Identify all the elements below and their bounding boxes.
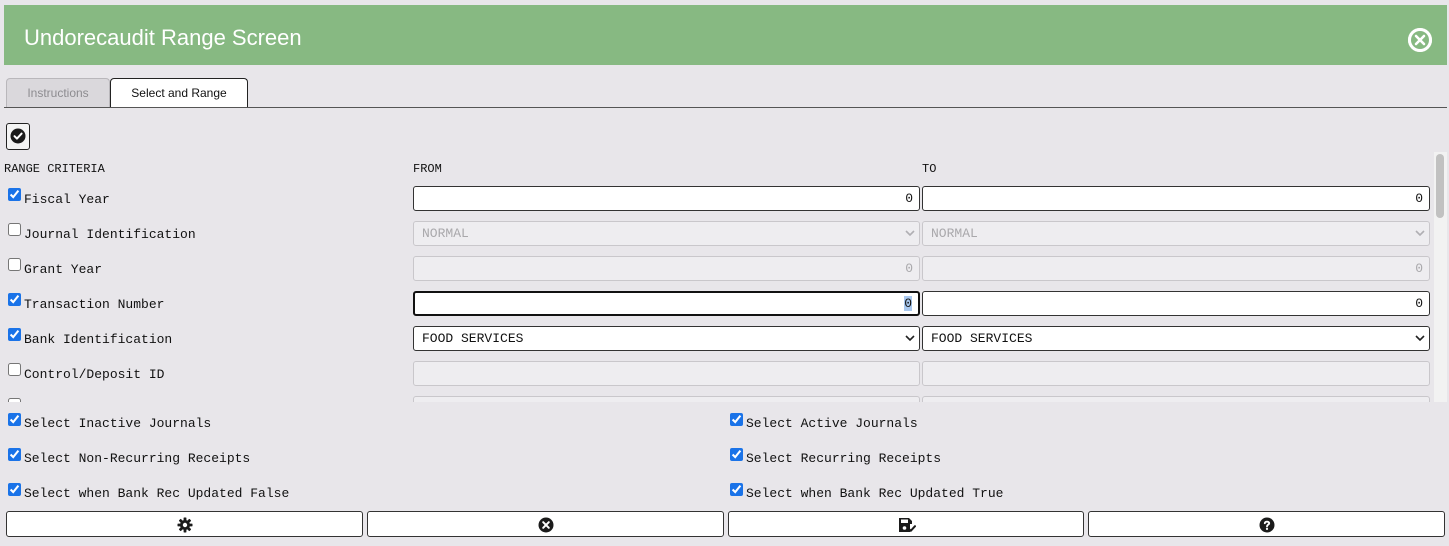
to-value: 0	[1415, 296, 1423, 311]
range-row: Grant Year 0 0	[0, 256, 1449, 286]
row-label: Control/Deposit ID	[24, 367, 165, 382]
chevron-down-icon	[1415, 230, 1425, 237]
chevron-down-icon	[905, 335, 915, 342]
range-row: Transaction Number 0 0	[0, 291, 1449, 321]
from-value: 0	[905, 191, 913, 206]
check-circle-icon	[10, 128, 26, 144]
tab-instructions[interactable]: Instructions	[6, 78, 110, 107]
option-label: Select Non-Recurring Receipts	[24, 451, 251, 466]
help-icon	[1259, 517, 1275, 533]
chevron-down-icon	[905, 230, 915, 237]
tab-select-and-range[interactable]: Select and Range	[110, 78, 248, 108]
cancel-button[interactable]	[367, 511, 724, 537]
from-input[interactable]: 0	[413, 186, 920, 211]
help-button[interactable]	[1088, 511, 1445, 537]
option-label: Select when Bank Rec Updated True	[746, 486, 1004, 501]
range-criteria-list[interactable]: Fiscal Year 0 0 Journal Identification NORMA…	[0, 152, 1449, 402]
row-checkbox[interactable]	[8, 363, 21, 376]
row-checkbox[interactable]	[8, 258, 21, 271]
from-value: FOOD SERVICES	[422, 331, 524, 346]
to-input[interactable]: 0	[922, 186, 1430, 211]
row-checkbox[interactable]	[8, 293, 21, 306]
title-bar: Undorecaudit Range Screen	[4, 5, 1447, 65]
tab-divider	[4, 107, 1447, 108]
to-value: NORMAL	[931, 226, 978, 241]
from-select[interactable]: NORMAL	[413, 221, 920, 246]
range-row: Bank Identification FOOD SERVICES FOOD SER…	[0, 326, 1449, 356]
to-input[interactable]	[922, 361, 1430, 386]
check-all-button[interactable]	[6, 123, 30, 150]
to-input[interactable]: 0	[922, 256, 1430, 281]
to-select[interactable]: NORMAL	[922, 221, 1430, 246]
from-input[interactable]: 0	[413, 256, 920, 281]
range-row-partial	[0, 396, 1449, 402]
row-checkbox[interactable]	[8, 398, 21, 402]
row-label: Fiscal Year	[24, 192, 110, 207]
close-circle-icon	[538, 517, 554, 533]
save-icon	[899, 518, 916, 532]
row-checkbox[interactable]	[8, 223, 21, 236]
from-value: 0	[904, 296, 912, 311]
from-value: 0	[905, 261, 913, 276]
row-label: Bank Identification	[24, 332, 173, 347]
from-input[interactable]: 0	[413, 291, 920, 316]
to-value: 0	[1415, 191, 1423, 206]
option-checkbox[interactable]	[730, 413, 743, 426]
row-label: Transaction Number	[24, 297, 165, 312]
option-checkbox[interactable]	[8, 448, 21, 461]
process-button[interactable]	[6, 511, 363, 537]
scrollbar-thumb[interactable]	[1436, 154, 1444, 218]
option-checkbox[interactable]	[8, 483, 21, 496]
vertical-scrollbar[interactable]	[1434, 152, 1447, 402]
chevron-down-icon	[1415, 335, 1425, 342]
gear-icon	[177, 517, 193, 533]
save-button[interactable]	[728, 511, 1084, 537]
to-value: 0	[1415, 261, 1423, 276]
row-checkbox[interactable]	[8, 188, 21, 201]
to-select[interactable]: FOOD SERVICES	[922, 326, 1430, 351]
close-icon[interactable]	[1408, 28, 1432, 52]
to-input[interactable]: 0	[922, 291, 1430, 316]
window-title: Undorecaudit Range Screen	[24, 25, 302, 50]
option-label: Select when Bank Rec Updated False	[24, 486, 290, 501]
from-select[interactable]: FOOD SERVICES	[413, 326, 920, 351]
to-field	[922, 396, 1430, 402]
range-row: Control/Deposit ID	[0, 361, 1449, 391]
from-field	[413, 396, 920, 402]
range-row: Fiscal Year 0 0	[0, 186, 1449, 216]
from-input[interactable]	[413, 361, 920, 386]
from-value: NORMAL	[422, 226, 469, 241]
to-value: FOOD SERVICES	[931, 331, 1033, 346]
option-checkbox[interactable]	[730, 448, 743, 461]
option-label: Select Recurring Receipts	[746, 451, 942, 466]
option-checkbox[interactable]	[730, 483, 743, 496]
range-row: Journal Identification NORMAL NORMAL	[0, 221, 1449, 251]
option-label: Select Active Journals	[746, 416, 918, 431]
option-label: Select Inactive Journals	[24, 416, 212, 431]
row-label: Grant Year	[24, 262, 103, 277]
option-checkbox[interactable]	[8, 413, 21, 426]
row-label: Journal Identification	[24, 227, 196, 242]
row-checkbox[interactable]	[8, 328, 21, 341]
